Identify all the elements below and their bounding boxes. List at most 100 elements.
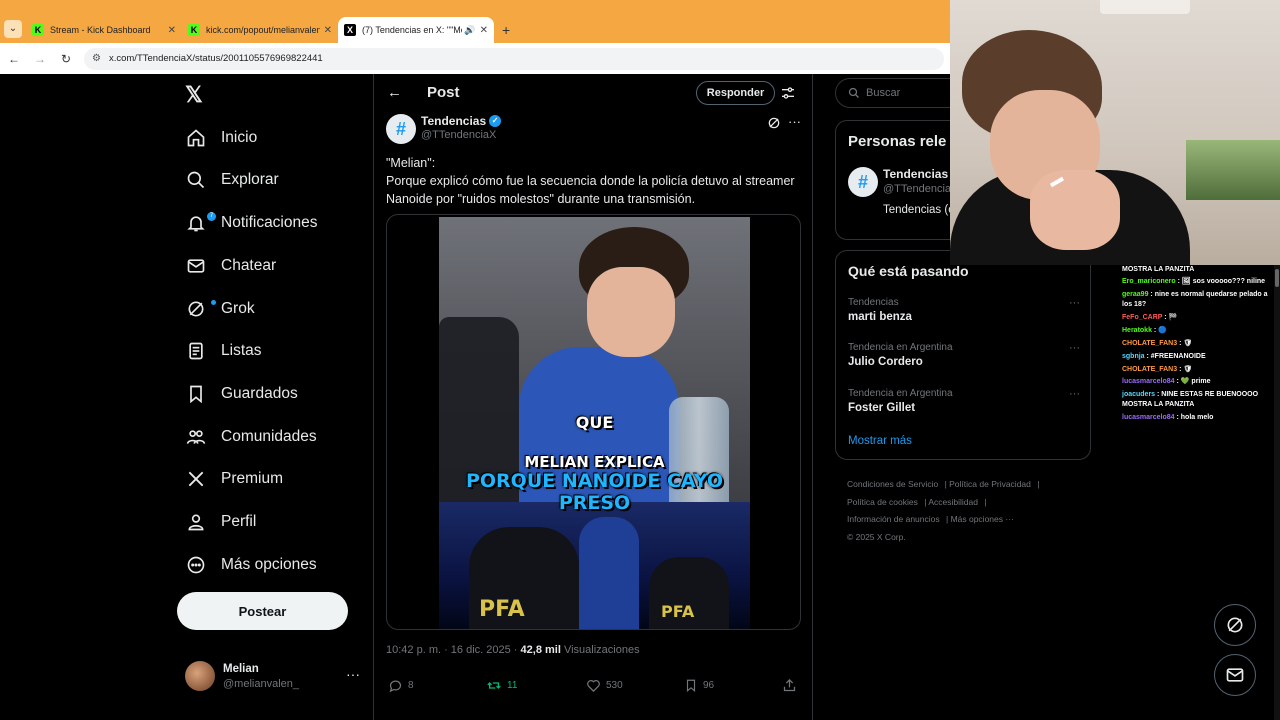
trend-category: Tendencias — [848, 297, 899, 308]
x-logo-icon[interactable]: 𝕏 — [185, 82, 203, 108]
grok-icon[interactable] — [767, 116, 781, 130]
chat-text: : 🔵 — [1153, 327, 1167, 334]
chat-scrollbar[interactable] — [1274, 265, 1280, 720]
scrollbar-thumb[interactable] — [1275, 269, 1279, 287]
trend-item[interactable]: Tendencias marti benza ··· — [848, 297, 1080, 323]
speaker-icon[interactable]: 🔊 — [464, 25, 475, 36]
video-caption: QUE — [575, 413, 614, 432]
author-name[interactable]: Tendencias ✓ — [421, 114, 502, 128]
chat-text: : 🛡 — [1179, 366, 1193, 373]
stream-chat: MOSTRA LA PANZITA Ero_mariconero : 🖼 sos… — [1117, 265, 1280, 720]
reply-action[interactable]: 8 — [388, 678, 414, 693]
chat-user[interactable]: CHOLATE_FAN3 — [1122, 340, 1177, 347]
account-handle: @melianvalen_ — [223, 677, 299, 690]
author-handle[interactable]: @TTendenciaX — [421, 129, 496, 141]
browser-tab[interactable]: K kick.com/popout/melianvalen/ ✕ — [182, 17, 338, 43]
chat-message: lucasmarcelo84 : 💚 prime — [1122, 377, 1272, 387]
grok-icon — [1227, 617, 1243, 633]
relevant-name[interactable]: Tendencias — [883, 167, 948, 181]
close-icon[interactable]: ✕ — [480, 25, 488, 36]
more-icon[interactable]: ··· — [346, 666, 360, 682]
sidebar-item-perfil[interactable]: Perfil — [185, 507, 256, 537]
site-info-icon[interactable]: ⚙ — [92, 53, 101, 64]
sidebar-item-mas-opciones[interactable]: Más opciones — [185, 550, 317, 580]
relevant-avatar[interactable]: # — [848, 167, 878, 197]
more-icon[interactable]: ··· — [788, 114, 801, 129]
sidebar-item-label: Guardados — [221, 385, 298, 402]
back-icon[interactable]: ← — [2, 52, 26, 66]
sidebar-item-guardados[interactable]: Guardados — [185, 379, 298, 409]
sidebar-item-explorar[interactable]: Explorar — [185, 165, 279, 195]
chat-text: : #FREENANOIDE — [1146, 353, 1206, 360]
more-icon[interactable]: ··· — [1069, 388, 1080, 400]
search-placeholder: Buscar — [866, 87, 901, 99]
close-icon[interactable]: ✕ — [324, 25, 332, 36]
search-icon — [848, 87, 859, 98]
chat-user[interactable]: FeFo_CARP — [1122, 314, 1162, 321]
chat-user[interactable]: sgbnja — [1122, 353, 1145, 360]
more-icon[interactable]: ··· — [1069, 297, 1080, 309]
sidebar-item-comunidades[interactable]: Comunidades — [185, 422, 317, 452]
post-button[interactable]: Postear — [177, 592, 348, 630]
video-thumbnail[interactable]: PFA PFA QUE MELIAN EXPLICA PORQUE NANOID… — [439, 217, 750, 629]
chat-user[interactable]: lucasmarcelo84 — [1122, 378, 1175, 385]
chat-user[interactable]: CHOLATE_FAN3 — [1122, 366, 1177, 373]
show-more-link[interactable]: Mostrar más — [848, 435, 912, 447]
trend-item[interactable]: Tendencia en Argentina Foster Gillet ··· — [848, 388, 1080, 414]
sidebar-item-listas[interactable]: Listas — [185, 336, 262, 366]
share-icon — [783, 678, 796, 692]
bookmark-action[interactable]: 96 — [684, 678, 714, 693]
video-person — [579, 517, 639, 629]
grok-float-button[interactable] — [1214, 604, 1256, 646]
trend-item[interactable]: Tendencia en Argentina Julio Cordero ··· — [848, 342, 1080, 368]
kick-icon: K — [188, 24, 200, 36]
close-icon[interactable]: ✕ — [168, 25, 176, 36]
like-action[interactable]: 530 — [586, 678, 623, 693]
footer-link[interactable]: Política de Privacidad — [949, 479, 1031, 489]
more-icon[interactable]: ··· — [1069, 342, 1080, 354]
browser-tab-active[interactable]: X (7) Tendencias en X: ""Meli 🔊 ✕ — [338, 17, 494, 43]
settings-sliders-icon[interactable] — [780, 85, 796, 101]
webcam-window — [1186, 140, 1280, 200]
footer-link[interactable]: Política de cookies — [847, 497, 918, 507]
account-switcher[interactable]: Melian @melianvalen_ ··· — [185, 656, 360, 696]
main-column: ← Post Responder # Tendencias ✓ @TTenden… — [373, 74, 813, 720]
url-text: x.com/TTendenciaX/status/200110557696982… — [108, 53, 323, 64]
back-arrow-icon[interactable]: ← — [387, 84, 402, 101]
sidebar-item-premium[interactable]: Premium — [185, 464, 283, 494]
footer-link[interactable]: Condiciones de Servicio — [847, 479, 938, 489]
sidebar-item-notificaciones[interactable]: 7 Notificaciones — [185, 208, 318, 238]
video-caption: PORQUE NANOIDE CAYO PRESO — [465, 470, 724, 514]
chat-user[interactable]: Ero_mariconero — [1122, 278, 1176, 285]
avatar — [185, 661, 215, 691]
sidebar-item-grok[interactable]: Grok — [185, 294, 255, 324]
new-tab-icon[interactable]: + — [502, 17, 510, 43]
chat-message: geraa99 : nine es normal quedarse pelado… — [1122, 290, 1272, 310]
relevant-handle[interactable]: @TTendencia — [883, 183, 951, 195]
forward-icon[interactable]: → — [28, 52, 52, 66]
bookmark-count: 96 — [703, 680, 715, 691]
chat-user[interactable]: geraa99 — [1122, 291, 1148, 298]
chat-user[interactable]: Heratokk — [1122, 327, 1152, 334]
sidebar-item-chatear[interactable]: Chatear — [185, 251, 276, 281]
footer-link[interactable]: Información de anuncios — [847, 514, 940, 524]
tab-search-dropdown[interactable]: ⌄ — [4, 20, 22, 38]
sidebar-item-inicio[interactable]: Inicio — [185, 123, 257, 153]
address-bar[interactable]: ⚙ x.com/TTendenciaX/status/2001105576969… — [84, 47, 944, 70]
messages-float-button[interactable] — [1214, 654, 1256, 696]
repost-action[interactable]: 11 — [486, 678, 517, 693]
chat-user[interactable]: lucasmarcelo84 — [1122, 414, 1175, 421]
reply-button[interactable]: Responder — [696, 81, 775, 105]
account-name: Melian — [223, 662, 259, 675]
reload-icon[interactable]: ↻ — [54, 52, 78, 66]
tweet-media[interactable]: PFA PFA QUE MELIAN EXPLICA PORQUE NANOID… — [386, 214, 801, 630]
tweet-timestamp[interactable]: 10:42 p. m. · 16 dic. 2025 · — [386, 644, 521, 656]
footer-link[interactable]: Accesibilidad — [928, 497, 978, 507]
browser-tabbar: ⌄ K Stream - Kick Dashboard ✕ K kick.com… — [0, 0, 950, 43]
heart-icon — [587, 680, 600, 693]
browser-tab[interactable]: K Stream - Kick Dashboard ✕ — [26, 17, 182, 43]
chat-user[interactable]: joacuders — [1122, 391, 1155, 398]
author-avatar[interactable]: # — [386, 114, 416, 144]
share-action[interactable] — [782, 678, 802, 693]
footer-link[interactable]: Más opciones ··· — [951, 514, 1014, 524]
